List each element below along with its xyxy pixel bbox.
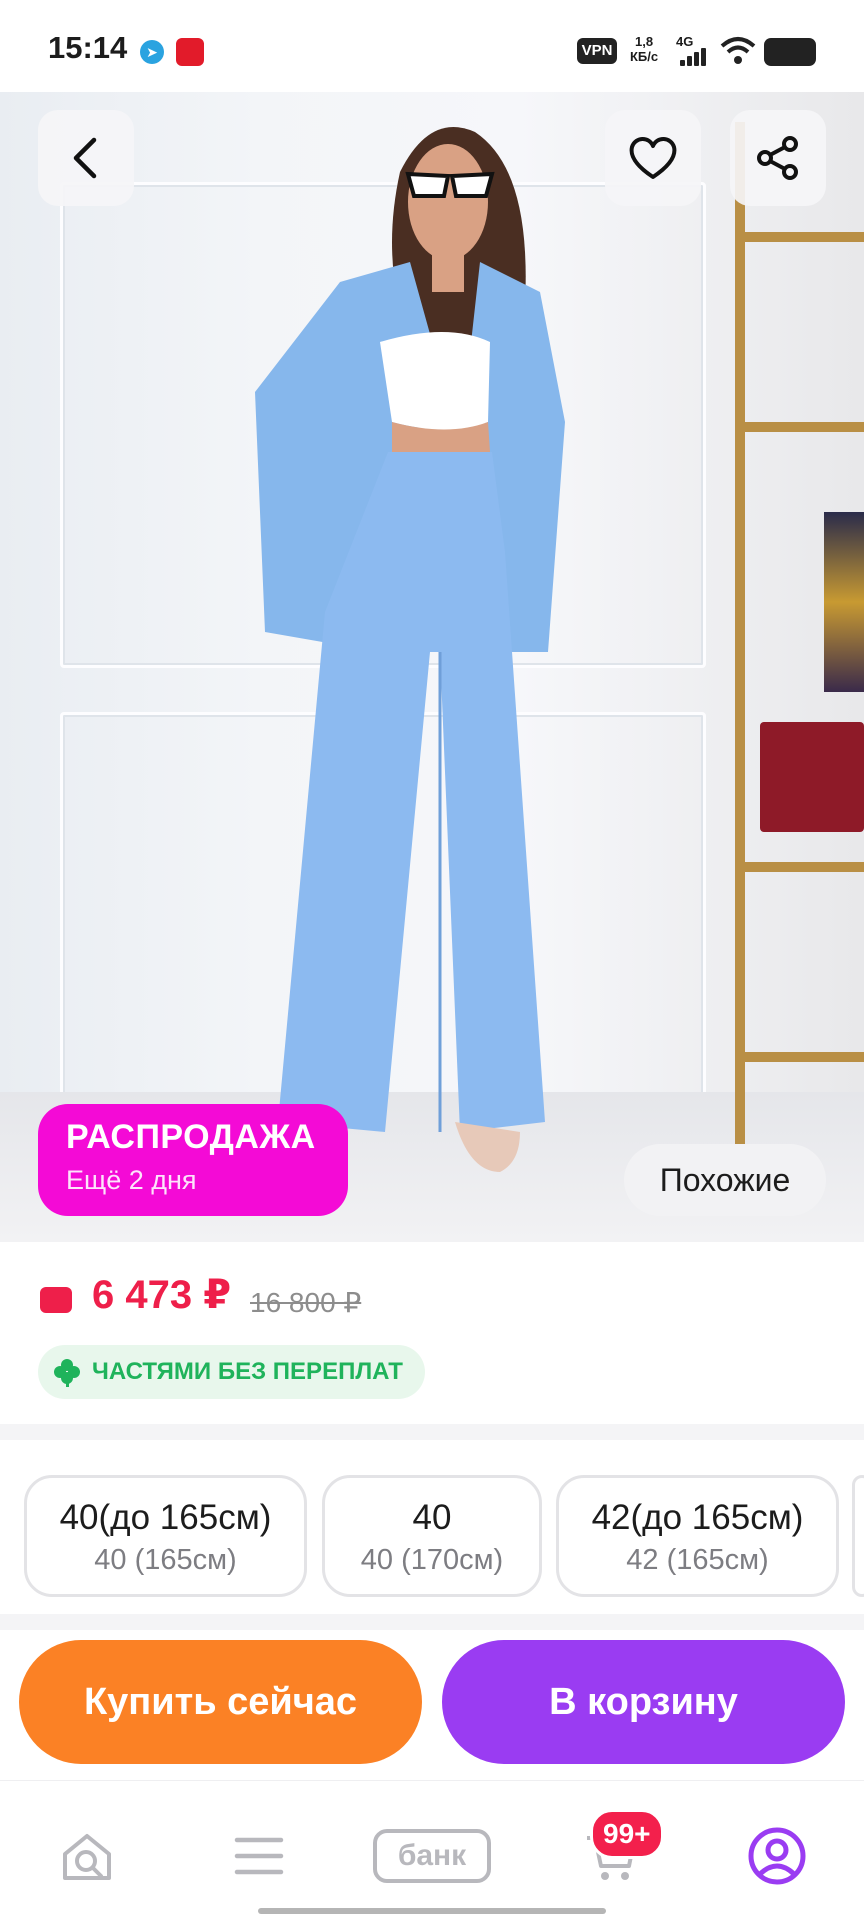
nav-profile[interactable]	[732, 1821, 822, 1891]
vpn-indicator: VPN	[577, 38, 617, 64]
size-detail: 40 (165см)	[94, 1544, 237, 1576]
network-type: 4G	[676, 34, 694, 49]
status-bar: 15:14 ➤ VPN 1,8 КБ/с 4G	[0, 0, 864, 92]
telegram-icon: ➤	[140, 40, 164, 64]
profile-icon	[748, 1827, 806, 1885]
signal-icon	[680, 48, 710, 66]
status-time: 15:14	[48, 30, 128, 65]
buy-now-button[interactable]: Купить сейчас	[19, 1640, 422, 1764]
purchase-actions: Купить сейчас В корзину	[0, 1630, 864, 1780]
speed-value: 1,8	[635, 34, 654, 49]
wifi-icon	[720, 37, 756, 64]
chevron-left-icon	[73, 137, 97, 179]
app-notification-icon	[176, 38, 204, 66]
size-label: 40	[412, 1498, 452, 1537]
old-price: 16 800 ₽	[250, 1287, 362, 1318]
product-photo-model	[255, 127, 565, 1172]
heart-icon	[629, 137, 677, 179]
divider	[0, 1614, 864, 1630]
battery-icon	[764, 38, 816, 66]
sale-badge[interactable]: РАСПРОДАЖА Ещё 2 дня	[38, 1104, 348, 1216]
network-speed: 1,8 КБ/с	[630, 34, 658, 64]
divider	[0, 1424, 864, 1440]
size-label: 42(до 165см)	[591, 1498, 804, 1537]
similar-button[interactable]: Похожие	[624, 1144, 826, 1216]
size-option[interactable]: 42(до 165см) 42 (165см)	[556, 1475, 839, 1597]
nav-catalog[interactable]	[214, 1821, 304, 1891]
size-option[interactable]: 40(до 165см) 40 (165см)	[24, 1475, 307, 1597]
add-to-cart-button[interactable]: В корзину	[442, 1640, 845, 1764]
size-detail: 42 (165см)	[626, 1544, 769, 1576]
home-search-icon	[63, 1834, 111, 1880]
sale-title: РАСПРОДАЖА	[66, 1118, 316, 1156]
sale-countdown: Ещё 2 дня	[66, 1165, 197, 1195]
share-icon	[757, 136, 798, 180]
home-indicator[interactable]	[258, 1908, 606, 1914]
share-button[interactable]	[730, 110, 826, 206]
bottom-navigation: банк 99+	[0, 1780, 864, 1921]
bank-label: банк	[373, 1829, 491, 1883]
product-image-gallery[interactable]: РАСПРОДАЖА Ещё 2 дня Похожие	[0, 92, 864, 1242]
size-option[interactable]: 40 40 (170см)	[322, 1475, 542, 1597]
installments-label: ЧАСТЯМИ БЕЗ ПЕРЕПЛАТ	[92, 1358, 403, 1385]
back-button[interactable]	[38, 110, 134, 206]
speed-unit: КБ/с	[630, 49, 659, 64]
cart-count-badge: 99+	[590, 1809, 664, 1859]
installments-badge[interactable]: ЧАСТЯМИ БЕЗ ПЕРЕПЛАТ	[38, 1345, 425, 1399]
size-detail: 40 (170см)	[360, 1544, 504, 1576]
nav-bank[interactable]: банк	[372, 1821, 492, 1891]
size-label: 40(до 165см)	[59, 1498, 272, 1537]
nav-home-search[interactable]	[42, 1821, 132, 1891]
size-option-partial[interactable]	[852, 1475, 864, 1597]
clover-icon	[54, 1359, 80, 1387]
size-selector: 40(до 165см) 40 (165см) 40 40 (170см) 42…	[0, 1440, 864, 1614]
favorite-button[interactable]	[605, 110, 701, 206]
wallet-icon	[40, 1287, 72, 1313]
price-section: 6 473 ₽ 16 800 ₽ ЧАСТЯМИ БЕЗ ПЕРЕПЛАТ	[0, 1242, 864, 1424]
menu-icon	[234, 1837, 284, 1875]
current-price: 6 473 ₽	[92, 1273, 232, 1317]
